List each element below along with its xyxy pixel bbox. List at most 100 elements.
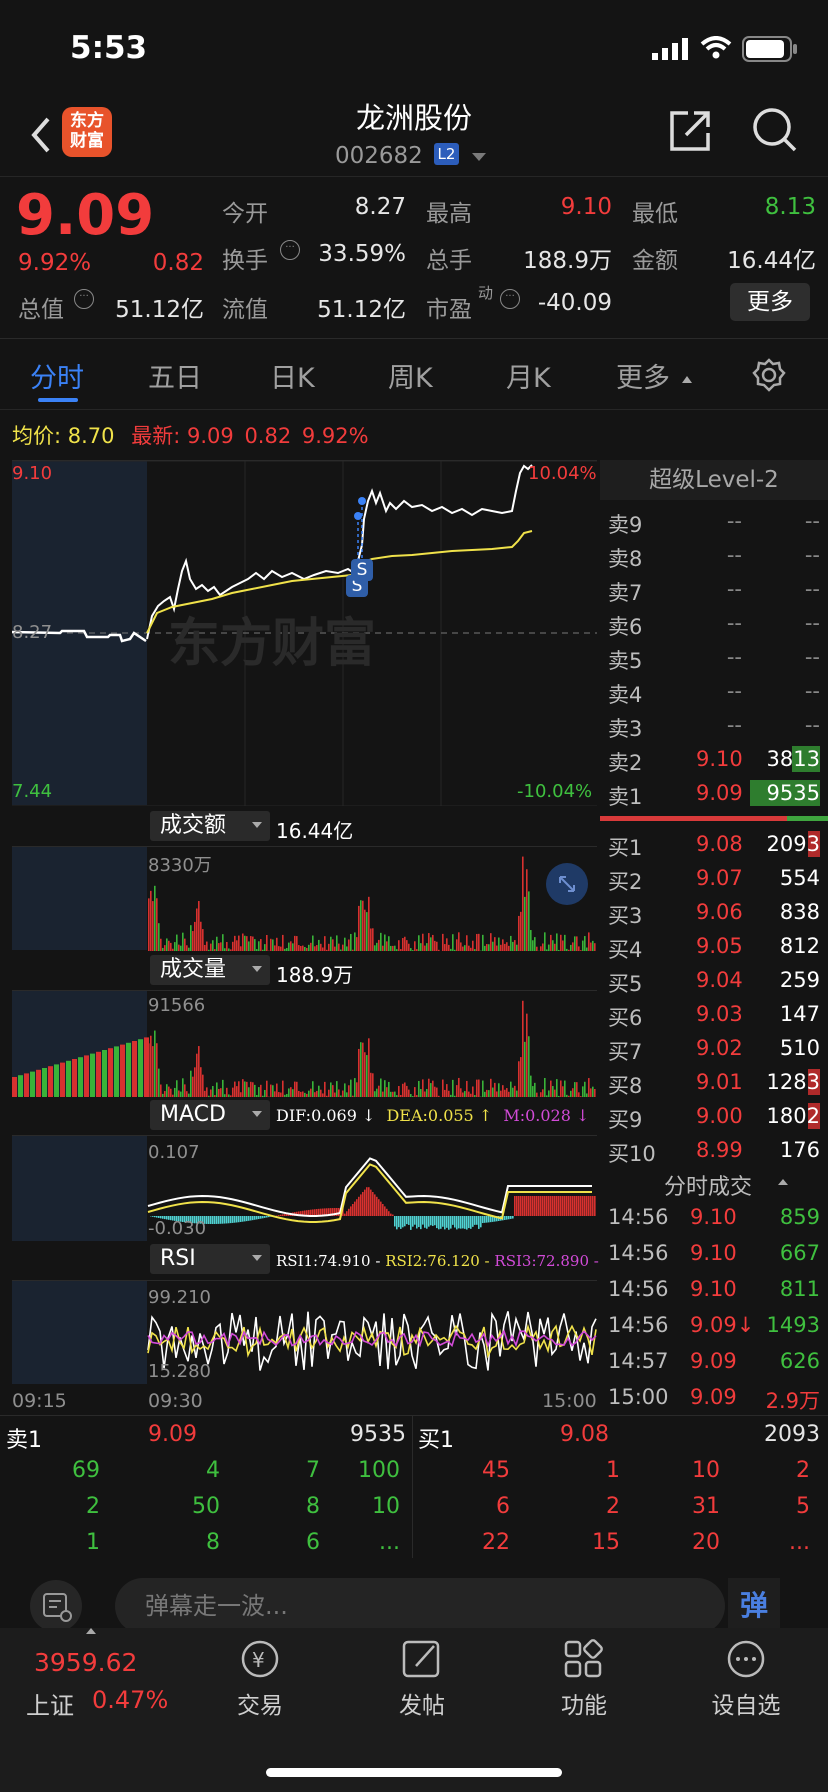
trade-label[interactable]: 交易 [210, 1686, 310, 1720]
features-label[interactable]: 功能 [534, 1686, 634, 1720]
volume-bar [558, 949, 560, 951]
volume-bar [514, 940, 516, 951]
ask-row[interactable]: 卖8 -- -- [600, 538, 828, 572]
index-expand-caret-icon[interactable] [86, 1628, 96, 1634]
info-icon[interactable]: ··· [500, 289, 520, 309]
volume-bar [242, 933, 244, 951]
trades-header[interactable]: 分时成交 [600, 1169, 828, 1200]
index-pct[interactable]: 0.47% [92, 1686, 168, 1714]
watchlist-icon[interactable] [696, 1638, 796, 1684]
post-icon[interactable] [372, 1638, 472, 1684]
bid-row[interactable]: 买1 9.08 2093 [600, 827, 828, 861]
ask-row[interactable]: 卖6 -- -- [600, 606, 828, 640]
sell-signal-marker[interactable]: S [351, 559, 373, 581]
trade-row[interactable]: 14:56 9.09↓ 1493 [600, 1307, 828, 1343]
volume-bar [240, 946, 242, 951]
macd-histogram-bar [240, 1216, 242, 1222]
bid-row[interactable]: 买7 9.02 510 [600, 1031, 828, 1065]
volume-bar-chart[interactable]: 91566 [12, 990, 597, 1097]
ask-row[interactable]: 卖7 -- -- [600, 572, 828, 606]
volume-bar [524, 1041, 526, 1097]
index-name[interactable]: 上证 [26, 1686, 74, 1721]
trade-row[interactable]: 14:56 9.10 859 [600, 1199, 828, 1235]
ask-row[interactable]: 卖2 9.10 3813 [600, 742, 828, 776]
trade-price: 9.09↓ [690, 1313, 755, 1337]
danmu-send-button[interactable]: 弹 [728, 1578, 780, 1634]
post-label[interactable]: 发帖 [372, 1686, 472, 1720]
bid-row[interactable]: 买3 9.06 838 [600, 895, 828, 929]
macd-chart[interactable]: 0.107 -0.030 [12, 1135, 597, 1241]
volume-bar [422, 1079, 424, 1097]
ask-level-label: 卖6 [608, 615, 643, 639]
info-icon[interactable]: ··· [74, 289, 94, 309]
index-value[interactable]: 3959.62 [34, 1648, 137, 1677]
trade-row[interactable]: 14:57 9.09 626 [600, 1343, 828, 1379]
macd-histogram-bar [364, 1189, 366, 1216]
ask-row[interactable]: 卖3 -- -- [600, 708, 828, 742]
level2-badge[interactable]: L2 [434, 143, 459, 165]
tab-weekly-k[interactable]: 周K [388, 356, 433, 395]
trade-row[interactable]: 14:56 9.10 667 [600, 1235, 828, 1271]
ask-volume: -- [804, 713, 820, 737]
info-icon[interactable]: ··· [280, 240, 300, 260]
level2-title[interactable]: 超级Level-2 [600, 460, 828, 500]
macd-indicator-selector[interactable]: MACD [150, 1100, 270, 1130]
bid-row[interactable]: 买10 8.99 176 [600, 1133, 828, 1167]
bid-row[interactable]: 买4 9.05 812 [600, 929, 828, 963]
rsi-chart[interactable]: 99.210 15.280 [12, 1280, 597, 1384]
macd-histogram-bar [260, 1216, 262, 1219]
volume-bar [486, 1089, 488, 1097]
amount-indicator-selector[interactable]: 成交额 [150, 811, 270, 841]
rsi-indicator-selector[interactable]: RSI [150, 1244, 270, 1274]
trade-row[interactable]: 15:00 9.09 2.9万 [600, 1379, 828, 1415]
share-icon[interactable] [668, 109, 712, 153]
bid-volume: 147 [779, 1002, 820, 1026]
bid-row[interactable]: 买2 9.07 554 [600, 861, 828, 895]
tab-five-day[interactable]: 五日 [148, 356, 202, 395]
change-amount: 0.82 [152, 250, 204, 276]
volume-bar [526, 869, 528, 951]
search-icon[interactable] [752, 107, 798, 155]
ask-row[interactable]: 卖1 9.09 9535 [600, 776, 828, 810]
queue-buy-cell: 22 [482, 1530, 510, 1555]
volume-bar [182, 1078, 184, 1097]
trade-row[interactable]: 14:56 9.10 811 [600, 1271, 828, 1307]
volume-bar [416, 949, 418, 951]
tab-monthly-k[interactable]: 月K [506, 356, 551, 395]
danmu-input[interactable]: 弹幕走一波... [115, 1578, 725, 1634]
ask-row[interactable]: 卖5 -- -- [600, 640, 828, 674]
ask-row[interactable]: 卖4 -- -- [600, 674, 828, 708]
dropdown-icon [252, 966, 262, 972]
volume-bar [198, 1046, 200, 1097]
bid-row[interactable]: 买8 9.01 1283 [600, 1065, 828, 1099]
bid-row[interactable]: 买5 9.04 259 [600, 963, 828, 997]
volume-indicator-selector[interactable]: 成交量 [150, 955, 270, 985]
trades-title: 分时成交 [664, 1175, 753, 1200]
expand-icon[interactable] [546, 863, 588, 905]
tab-more[interactable]: 更多 [616, 356, 670, 395]
intraday-price-chart[interactable]: 东方财富 S S 9.10 10.04% 8.27 7.44 -10.04% [12, 460, 597, 806]
volume-bar [164, 1091, 166, 1097]
volume-bar [536, 1092, 538, 1097]
macd-histogram-bar [486, 1216, 488, 1223]
queue-buy-cell: 31 [692, 1494, 720, 1519]
danmu-toggle-icon[interactable] [30, 1580, 82, 1632]
auction-bar [90, 1053, 95, 1097]
volume-bar [464, 1091, 466, 1097]
trade-icon[interactable]: ¥ [210, 1638, 310, 1684]
amount-bar-chart[interactable]: 8330万 [12, 846, 597, 951]
more-button[interactable]: 更多 [730, 283, 810, 321]
tab-intraday[interactable]: 分时 [30, 356, 84, 395]
macd-histogram-bar [586, 1196, 588, 1216]
macd-histogram-bar [466, 1216, 468, 1230]
watchlist-label[interactable]: 设自选 [696, 1686, 796, 1720]
stock-switch-dropdown-icon[interactable] [472, 153, 486, 161]
tab-daily-k[interactable]: 日K [270, 356, 315, 395]
ask-row[interactable]: 卖9 -- -- [600, 504, 828, 538]
volume-bar [312, 935, 314, 951]
bid-row[interactable]: 买6 9.03 147 [600, 997, 828, 1031]
settings-gear-icon[interactable] [752, 358, 786, 392]
features-icon[interactable] [534, 1638, 634, 1684]
bid-row[interactable]: 买9 9.00 1802 [600, 1099, 828, 1133]
macd-histogram-bar [530, 1196, 532, 1216]
